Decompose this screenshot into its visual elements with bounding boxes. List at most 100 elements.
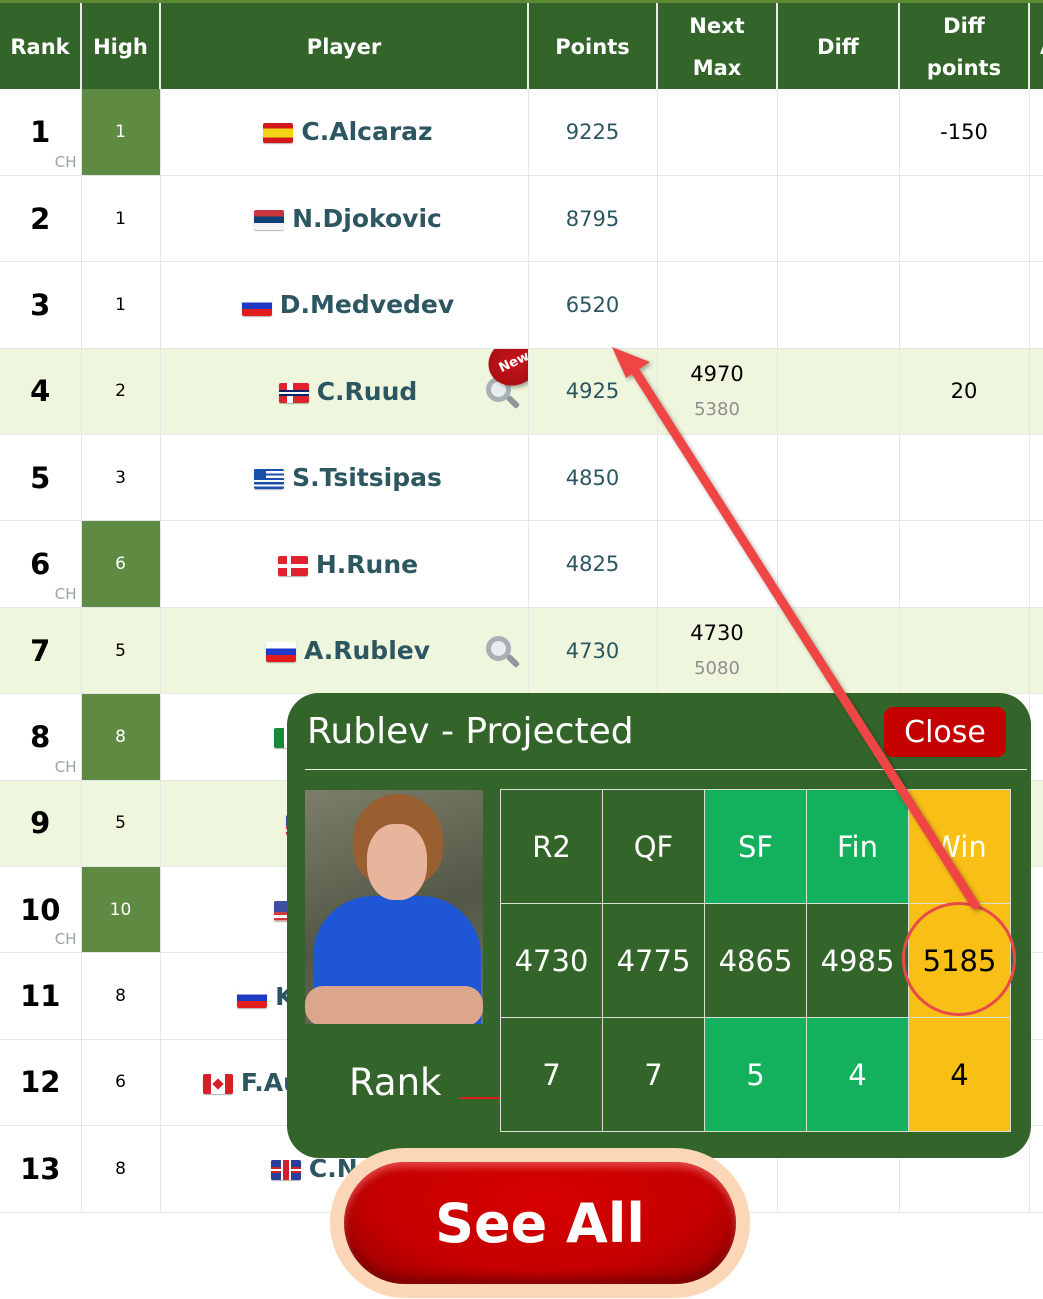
rank-value: 4 (30, 374, 51, 409)
player-cell[interactable]: S.Tsitsipas (160, 434, 529, 522)
max-value: 5380 (694, 399, 740, 421)
magnifier-handle (505, 394, 520, 409)
points-cell: 6520 (528, 261, 658, 349)
rank-cell: 12 (0, 1039, 82, 1127)
clipped-cell: 2 (1029, 261, 1043, 349)
popup-divider (305, 769, 1027, 770)
clipped-cell: 2 (1029, 520, 1043, 608)
header-diff-points-line2: points (926, 56, 1002, 80)
max-value: 5080 (694, 658, 740, 680)
projection-popup: Rublev - Projected Close Rank R2 QF SF F… (287, 693, 1031, 1158)
diff-points-cell (899, 175, 1030, 263)
career-high-cell: 5 (81, 607, 161, 695)
clipped-cell: 2 (1029, 434, 1043, 522)
rank-value: 1 (30, 114, 51, 149)
rank-row-label: Rank (349, 1061, 442, 1104)
next-max-cell: 4970 5380 (657, 348, 778, 436)
diff-cell (777, 520, 900, 608)
player-cell[interactable]: H.Rune (160, 520, 529, 608)
next-value: 4730 (690, 621, 744, 646)
diff-cell (777, 89, 900, 176)
table-row[interactable]: 75 A.Rublev 4730 4730 5080 2 (0, 607, 1043, 695)
clipped-cell: 2 (1029, 866, 1043, 954)
rank-value: 3 (30, 287, 51, 322)
table-row[interactable]: 21N.Djokovic87952 (0, 175, 1043, 263)
see-all-label[interactable]: See All (344, 1162, 736, 1284)
table-row[interactable]: 53 S.Tsitsipas 4850 2 (0, 434, 1043, 522)
clipped-cell: 2 (1029, 1125, 1043, 1213)
header-diff[interactable]: Diff (777, 3, 900, 89)
diff-points-cell (899, 261, 1030, 349)
header-next-max[interactable]: Next Max (657, 3, 778, 89)
next-max-cell (657, 520, 778, 608)
search-magnifier-icon[interactable] (485, 635, 520, 670)
career-high-cell: 5 (81, 780, 161, 868)
rank-cell: 4 (0, 348, 82, 436)
close-button[interactable]: Close (884, 707, 1006, 757)
rank-value: 7 (30, 633, 51, 668)
points-sf: 4865 (704, 903, 807, 1018)
player-cell[interactable]: N.Djokovic (160, 175, 529, 263)
header-diff-points[interactable]: Diff points (899, 3, 1030, 89)
clipped-cell: 2 (1029, 693, 1043, 781)
header-player[interactable]: Player (160, 3, 529, 89)
diff-points-cell (899, 520, 1030, 608)
table-row[interactable]: 6CH6 H.Rune 4825 2 (0, 520, 1043, 608)
photo-face (367, 824, 427, 900)
no-flag-icon (278, 382, 309, 403)
clipped-cell: 2 (1029, 348, 1043, 436)
career-high-cell: 1 (81, 89, 161, 176)
next-max-cell (657, 89, 778, 176)
table-row[interactable]: 31 D.Medvedev 6520 2 (0, 261, 1043, 349)
magnifier-handle (505, 653, 520, 668)
player-name-link[interactable]: S.Tsitsipas (292, 463, 442, 492)
player-cell[interactable]: D.Medvedev (160, 261, 529, 349)
rank-value: 8 (30, 719, 51, 754)
rank-cell: 13 (0, 1125, 82, 1213)
player-cell[interactable]: C.Ruud New (160, 348, 529, 436)
header-diff-points-line1: Diff (943, 14, 985, 38)
career-high-cell: 1 (81, 175, 161, 263)
rank-value: 9 (30, 806, 51, 841)
rank-sf: 5 (704, 1017, 807, 1132)
round-win: Win (908, 789, 1011, 904)
rank-win: 4 (908, 1017, 1011, 1132)
player-name-link[interactable]: N.Djokovic (292, 204, 442, 233)
points-fin: 4985 (806, 903, 909, 1018)
player-name-link[interactable]: C.Alcaraz (301, 117, 432, 146)
rank-cell: 5 (0, 434, 82, 522)
player-cell[interactable]: A.Rublev (160, 607, 529, 695)
see-all-button[interactable]: See All (330, 1148, 750, 1298)
diff-points-cell (899, 607, 1030, 695)
rank-value: 13 (20, 1151, 61, 1186)
career-high-cell: 3 (81, 434, 161, 522)
career-high-cell: 6 (81, 520, 161, 608)
clipped-cell: 2 (1029, 780, 1043, 868)
career-high-cell: 1 (81, 261, 161, 349)
rank-r2: 7 (500, 1017, 603, 1132)
table-row[interactable]: 1CH1 C.Alcaraz 9225 -1502 (0, 89, 1043, 176)
ru-flag-icon (237, 987, 268, 1008)
career-high-cell: 6 (81, 1039, 161, 1127)
career-high-cell: 2 (81, 348, 161, 436)
diff-points-cell: -150 (899, 89, 1030, 176)
player-name-link[interactable]: C.Ruud (317, 377, 418, 406)
projection-rank-row: 7 7 5 4 4 (500, 1017, 1011, 1132)
rs-flag-icon (254, 210, 285, 231)
player-name-link[interactable]: D.Medvedev (280, 290, 454, 319)
diff-cell (777, 175, 900, 263)
header-high[interactable]: High (81, 3, 161, 89)
table-row[interactable]: 42C.RuudNew492549705380202 (0, 348, 1043, 436)
rank-fin: 4 (806, 1017, 909, 1132)
player-name-link[interactable]: A.Rublev (304, 636, 430, 665)
diff-points-cell (899, 434, 1030, 522)
player-cell[interactable]: C.Alcaraz (160, 89, 529, 176)
champion-marker: CH (54, 584, 77, 603)
champion-marker: CH (54, 152, 77, 171)
career-high-cell: 10 (81, 866, 161, 954)
player-name-link[interactable]: H.Rune (316, 550, 418, 579)
photo-arms (305, 986, 483, 1024)
header-rank[interactable]: Rank (0, 3, 82, 89)
clipped-cell: 2 (1029, 89, 1043, 176)
header-points[interactable]: Points (528, 3, 658, 89)
